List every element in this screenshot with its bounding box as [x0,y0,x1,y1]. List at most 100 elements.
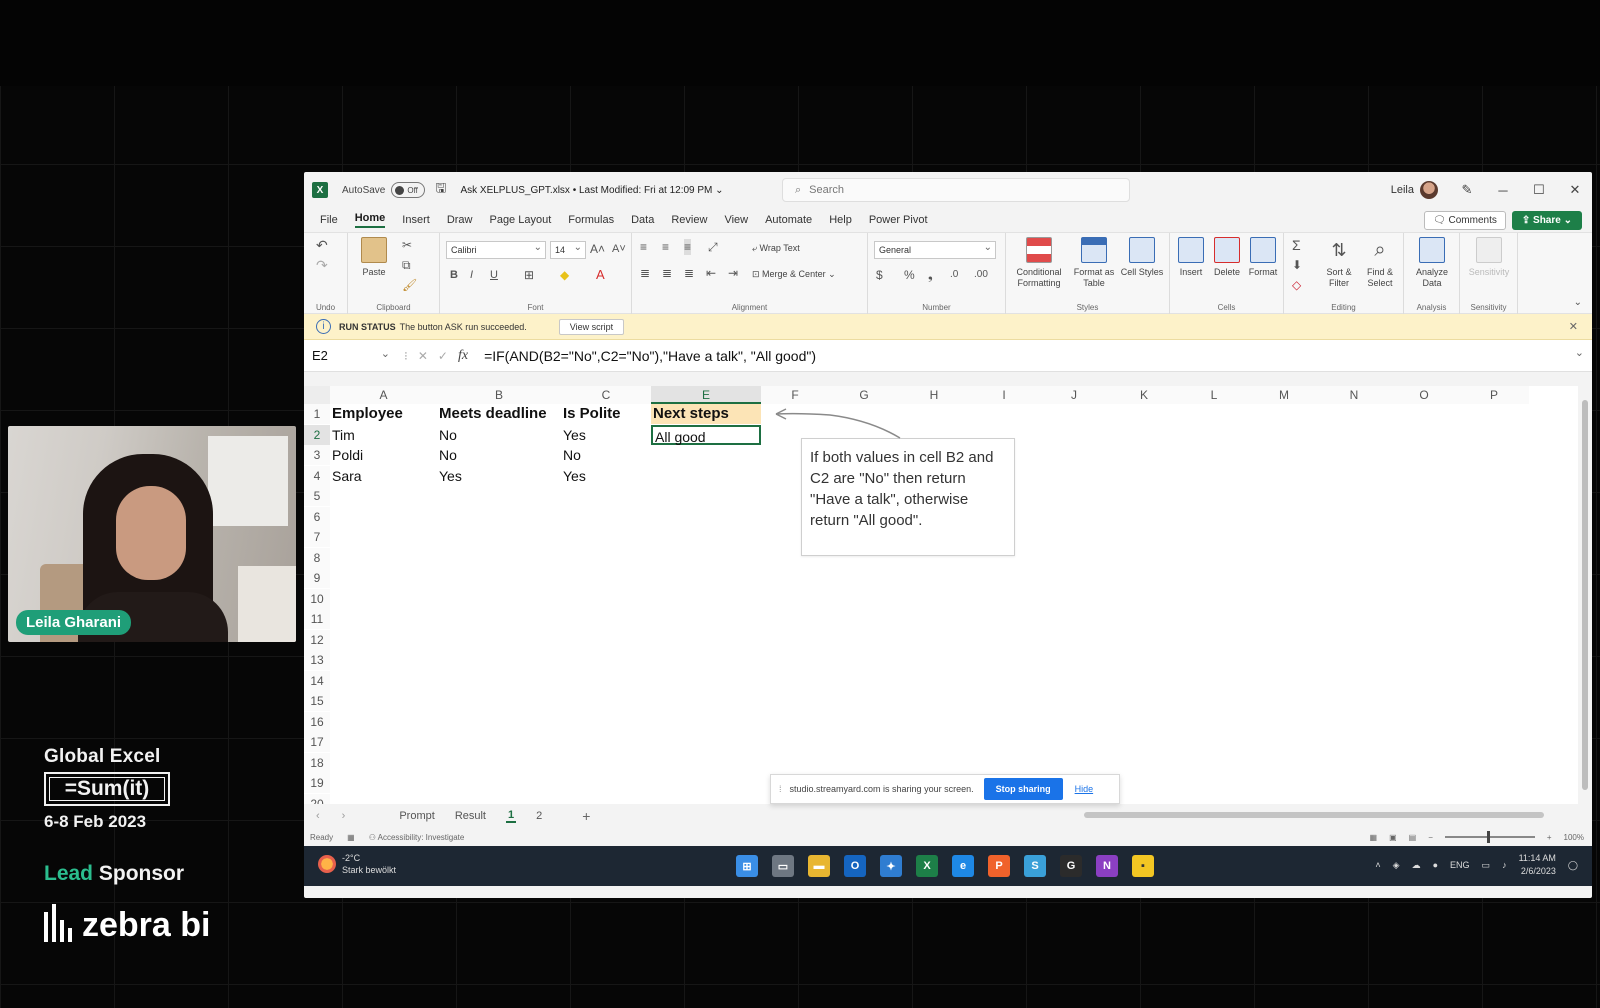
page-layout-view-icon[interactable]: ▣ [1389,833,1397,842]
next-sheet-icon[interactable]: › [342,810,346,822]
fill-color-icon[interactable]: ◆ [560,267,569,283]
column-header[interactable]: B [437,386,561,404]
column-header[interactable]: N [1319,386,1389,404]
sheet-tab-prompt[interactable]: Prompt [399,810,434,822]
comments-button[interactable]: 🗨 Comments [1424,210,1506,230]
normal-view-icon[interactable]: ▦ [1370,833,1378,842]
tab-page-layout[interactable]: Page Layout [489,214,551,226]
underline-icon[interactable]: U [490,267,498,283]
header-cell[interactable]: Meets deadline [437,404,561,424]
sensitivity-button[interactable]: Sensitivity [1466,237,1512,278]
minimize-icon[interactable]: ─ [1496,183,1510,198]
vertical-scroll-thumb[interactable] [1582,400,1588,790]
share-button[interactable]: ⇪ Share ⌄ [1511,210,1582,230]
increase-indent-icon[interactable]: ⇥ [728,265,738,281]
tray-chevron-icon[interactable]: ˄ [1375,860,1380,870]
autosave-toggle[interactable]: Off [391,182,426,198]
row-header[interactable]: 16 [304,711,330,732]
task-view-icon[interactable]: ▭ [772,855,794,877]
percent-icon[interactable]: % [904,267,915,283]
excel-taskbar-icon[interactable]: X [916,855,938,877]
language-indicator[interactable]: ENG [1450,860,1470,870]
row-header[interactable]: 12 [304,629,330,650]
column-header[interactable]: H [899,386,969,404]
decrease-indent-icon[interactable]: ⇤ [706,265,716,281]
tab-help[interactable]: Help [829,214,852,226]
weather-widget[interactable]: -2°C Stark bewölkt [318,852,396,876]
copy-icon[interactable]: ⧉ [402,257,411,273]
undo-icon[interactable]: ↶ [316,237,328,253]
stop-sharing-button[interactable]: Stop sharing [983,778,1063,800]
row-header[interactable]: 15 [304,691,330,711]
conditional-formatting-button[interactable]: Conditional Formatting [1010,237,1068,289]
row-header[interactable]: 19 [304,773,330,793]
row-header[interactable]: 4 [304,465,330,486]
column-header[interactable]: F [761,386,829,404]
align-bottom-icon[interactable]: ≡ [684,239,692,255]
row-header[interactable]: 9 [304,568,330,588]
drag-handle-icon[interactable]: ⁞ [779,784,782,794]
column-header[interactable]: K [1109,386,1179,404]
row-header[interactable]: 10 [304,588,330,609]
tab-view[interactable]: View [724,214,748,226]
user-account[interactable]: Leila [1391,181,1438,199]
currency-icon[interactable]: $ [876,267,883,283]
insert-cells-button[interactable]: Insert [1174,237,1208,278]
notification-icon[interactable]: ◯ [1568,860,1578,871]
row-header[interactable]: 13 [304,650,330,670]
column-header[interactable]: M [1249,386,1319,404]
tab-draw[interactable]: Draw [447,214,473,226]
sheet-tab-2[interactable]: 2 [536,810,542,822]
teams-icon[interactable]: ◈ [1393,860,1400,871]
row-header[interactable]: 11 [304,609,330,629]
borders-icon[interactable]: ⊞ [524,267,534,283]
column-header[interactable]: J [1039,386,1109,404]
font-size-select[interactable]: 14 [550,240,586,259]
sort-filter-button[interactable]: ⇅ Sort & Filter [1320,237,1358,289]
tab-power-pivot[interactable]: Power Pivot [869,214,928,226]
column-header[interactable]: O [1389,386,1459,404]
start-icon[interactable]: ⊞ [736,855,758,877]
merge-center-button[interactable]: ⊡ Merge & Center ⌄ [752,269,836,280]
more-icon[interactable]: ⁝ [404,349,408,363]
redo-icon[interactable]: ↷ [316,257,328,273]
edge-icon[interactable]: e [952,855,974,877]
table-cell[interactable]: Poldi [330,445,437,465]
font-color-icon[interactable]: A [596,267,605,283]
header-cell[interactable]: Is Polite [561,404,651,424]
add-sheet-icon[interactable]: + [582,808,590,824]
header-cell[interactable]: Employee [330,404,437,424]
table-cell[interactable]: No [437,445,561,465]
onenote-icon[interactable]: N [1096,855,1118,877]
hide-link[interactable]: Hide [1075,784,1094,794]
clock[interactable]: 11:14 AM 2/6/2023 [1519,852,1556,878]
paste-button[interactable]: Paste [356,237,392,278]
zoom-slider[interactable] [1444,831,1535,843]
tools-icon[interactable]: ✦ [880,855,902,877]
pen-icon[interactable]: ✎ [1460,182,1474,198]
row-header[interactable]: 7 [304,527,330,547]
row-header[interactable]: 2 [304,424,330,445]
row-header[interactable]: 6 [304,506,330,527]
close-icon[interactable]: ✕ [1568,182,1582,198]
row-header[interactable]: 18 [304,752,330,773]
shrink-font-icon[interactable]: A˅ [612,241,626,257]
column-header[interactable]: C [561,386,651,404]
cancel-icon[interactable]: ✕ [418,349,428,363]
align-left-icon[interactable]: ≣ [640,265,650,281]
zoom-out-icon[interactable]: − [1428,833,1433,842]
fill-icon[interactable]: ⬇ [1292,257,1302,273]
sticky-notes-icon[interactable]: ▪ [1132,855,1154,877]
decrease-decimal-icon[interactable]: .00 [974,267,988,283]
insert-function-icon[interactable]: fx [458,348,468,364]
header-cell[interactable]: Next steps [651,404,761,424]
wrap-text-button[interactable]: ⤶ Wrap Text [752,243,800,254]
tab-data[interactable]: Data [631,214,654,226]
sheet-tab-1[interactable]: 1 [506,809,517,823]
file-explorer-icon[interactable]: ▬ [808,855,830,877]
table-cell[interactable]: No [561,445,651,465]
tab-review[interactable]: Review [671,214,707,226]
table-cell[interactable]: Sara [330,466,437,486]
table-cell[interactable]: Yes [561,466,651,486]
outlook-icon[interactable]: O [844,855,866,877]
